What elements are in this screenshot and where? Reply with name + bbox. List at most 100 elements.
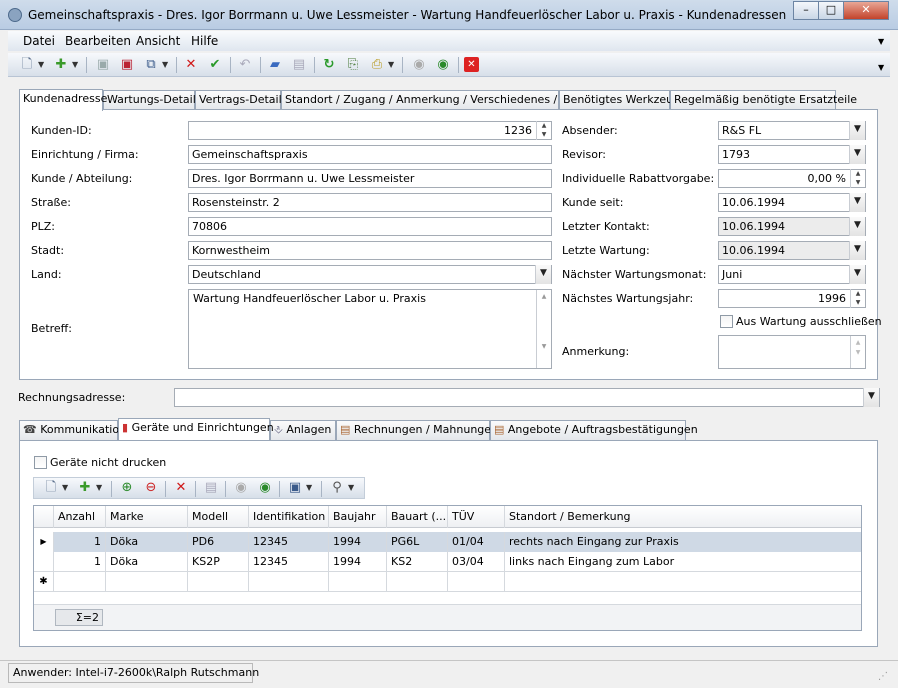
tab-standort[interactable]: Standort / Zugang / Anmerkung / Verschie…	[281, 90, 592, 110]
col-identifikation[interactable]: Identifikation	[249, 506, 329, 528]
attach-new-icon[interactable]: ⎘	[344, 56, 362, 74]
up-icon[interactable]: ◉	[232, 479, 250, 497]
chevron-down-icon[interactable]: ▼	[535, 265, 551, 284]
chevron-down-icon[interactable]: ▼	[878, 37, 884, 46]
strasse-field[interactable]: Rosensteinstr. 2	[188, 193, 552, 212]
stadt-field[interactable]: Kornwestheim	[188, 241, 552, 260]
chevron-down-icon[interactable]: ▼	[849, 121, 865, 140]
maximize-button[interactable]: □	[818, 1, 844, 20]
ausschliessen-checkbox[interactable]	[720, 315, 733, 328]
resize-grip-icon[interactable]: ⋰	[878, 671, 888, 682]
table-row[interactable]: 1 Döka KS2P 12345 1994 KS2 03/04 links n…	[34, 552, 861, 572]
save-icon[interactable]: ▣	[94, 56, 112, 74]
print-icon[interactable]: ▤	[202, 479, 220, 497]
tab-kommunikation[interactable]: ☎ Kommunikation	[19, 420, 126, 440]
col-modell[interactable]: Modell	[188, 506, 249, 528]
cancel-icon[interactable]: ✕	[464, 57, 479, 72]
kunde-seit-date[interactable]: 10.06.1994	[718, 193, 866, 212]
delete-icon[interactable]: ✕	[182, 56, 200, 74]
anmerkung-scrollbar[interactable]: ▲ ▼	[850, 336, 865, 368]
down-icon[interactable]: ◉	[434, 56, 452, 74]
delete-icon[interactable]: ✕	[172, 479, 190, 497]
tab-angebote[interactable]: ▤ Angebote / Auftragsbestätigungen	[490, 420, 698, 440]
naechster-monat-select[interactable]: Juni	[718, 265, 866, 284]
tab-geraete[interactable]: ▮ Geräte und Einrichtungen	[118, 418, 274, 440]
revisor-select[interactable]: 1793	[718, 145, 866, 164]
chevron-down-icon[interactable]: ▼	[348, 479, 354, 497]
tab-anlagen[interactable]: ⎀ Anlagen	[270, 420, 336, 440]
menu-bearbeiten[interactable]: Bearbeiten	[65, 34, 131, 48]
undo-icon[interactable]: ↶	[236, 56, 254, 74]
save-icon[interactable]: ▣	[286, 479, 304, 497]
add-icon[interactable]: ✚	[76, 479, 94, 497]
menu-hilfe[interactable]: Hilfe	[191, 34, 218, 48]
col-standort[interactable]: Standort / Bemerkung	[505, 506, 861, 528]
col-anzahl[interactable]: Anzahl	[54, 506, 106, 528]
new-row[interactable]: ✱	[34, 572, 861, 592]
close-button[interactable]: ✕	[843, 1, 889, 20]
new-icon[interactable]: 🗋	[42, 479, 60, 497]
land-select[interactable]: Deutschland	[188, 265, 552, 284]
kunden-id-label: Kunden-ID:	[31, 124, 92, 137]
add-icon[interactable]: ✚	[52, 56, 70, 74]
menu-datei[interactable]: Datei	[23, 34, 55, 48]
menu-ansicht[interactable]: Ansicht	[136, 34, 180, 48]
col-bauart[interactable]: Bauart (...	[387, 506, 448, 528]
rabatt-field[interactable]: 0,00 %	[718, 169, 866, 188]
search-icon[interactable]: ⚲	[328, 479, 346, 497]
rechnungsadresse-select[interactable]	[174, 388, 880, 407]
tab-vertrags-details[interactable]: Vertrags-Details	[195, 90, 287, 110]
chevron-down-icon[interactable]: ▼	[38, 56, 44, 74]
naechstes-jahr-spinner[interactable]: ▲ ▼	[850, 289, 865, 308]
anmerkung-textarea[interactable]	[718, 335, 866, 369]
naechstes-jahr-field[interactable]: 1996	[718, 289, 866, 308]
stadt-label: Stadt:	[31, 244, 65, 257]
tab-ersatzteile[interactable]: Regelmäßig benötigte Ersatzteile	[670, 90, 857, 110]
chevron-down-icon[interactable]: ▼	[849, 265, 865, 284]
tab-rechnungen[interactable]: ▤ Rechnungen / Mahnungen	[336, 420, 498, 440]
up-icon[interactable]: ◉	[410, 56, 428, 74]
chevron-down-icon[interactable]: ▼	[388, 56, 394, 74]
down-icon[interactable]: ◉	[256, 479, 274, 497]
remove-row-icon[interactable]: ⊖	[142, 479, 160, 497]
tab-kundenadresse[interactable]: Kundenadresse	[19, 89, 107, 111]
col-baujahr[interactable]: Baujahr	[329, 506, 387, 528]
nicht-drucken-checkbox[interactable]	[34, 456, 47, 469]
add-row-icon[interactable]: ⊕	[118, 479, 136, 497]
kunden-id-field[interactable]: 1236	[188, 121, 552, 140]
ausschliessen-label: Aus Wartung ausschließen	[736, 315, 882, 328]
chevron-down-icon[interactable]: ▼	[878, 63, 884, 72]
kunde-field[interactable]: Dres. Igor Borrmann u. Uwe Lessmeister	[188, 169, 552, 188]
chevron-down-icon[interactable]: ▼	[96, 479, 102, 497]
plz-field[interactable]: 70806	[188, 217, 552, 236]
chevron-down-icon[interactable]: ▼	[849, 145, 865, 164]
print-icon[interactable]: ▤	[290, 56, 308, 74]
absender-select[interactable]: R&S FL	[718, 121, 866, 140]
minimize-button[interactable]: –	[793, 1, 819, 20]
refresh-icon[interactable]: ↻	[320, 56, 338, 74]
col-tuev[interactable]: TÜV	[448, 506, 505, 528]
chevron-down-icon[interactable]: ▼	[849, 241, 865, 260]
col-marke[interactable]: Marke	[106, 506, 188, 528]
save-close-icon[interactable]: ▣	[118, 56, 136, 74]
new-icon[interactable]: 🗋	[18, 56, 36, 74]
betreff-textarea[interactable]: Wartung Handfeuerlöscher Labor u. Praxis	[188, 289, 552, 369]
tab-werkzeug[interactable]: Benötigtes Werkzeug	[559, 90, 680, 110]
chevron-down-icon[interactable]: ▼	[849, 217, 865, 236]
eraser-icon[interactable]: ▰	[266, 56, 284, 74]
confirm-icon[interactable]: ✔	[206, 56, 224, 74]
chevron-down-icon[interactable]: ▼	[849, 193, 865, 212]
betreff-scrollbar[interactable]: ▲ ▼	[536, 290, 551, 368]
chevron-down-icon[interactable]: ▼	[863, 388, 879, 407]
chevron-down-icon[interactable]: ▼	[62, 479, 68, 497]
copy-icon[interactable]: ⧉	[142, 56, 160, 74]
chevron-down-icon[interactable]: ▼	[306, 479, 312, 497]
rabatt-spinner[interactable]: ▲ ▼	[850, 169, 865, 188]
export-icon[interactable]: ⎙	[368, 56, 386, 74]
tab-wartungs-details[interactable]: Wartungs-Details	[103, 90, 202, 110]
table-row[interactable]: ▶ 1 Döka PD6 12345 1994 PG6L 01/04 recht…	[34, 532, 861, 552]
einrichtung-field[interactable]: Gemeinschaftspraxis	[188, 145, 552, 164]
chevron-down-icon[interactable]: ▼	[72, 56, 78, 74]
chevron-down-icon[interactable]: ▼	[162, 56, 168, 74]
kunden-id-spinner[interactable]: ▲ ▼	[536, 121, 551, 140]
